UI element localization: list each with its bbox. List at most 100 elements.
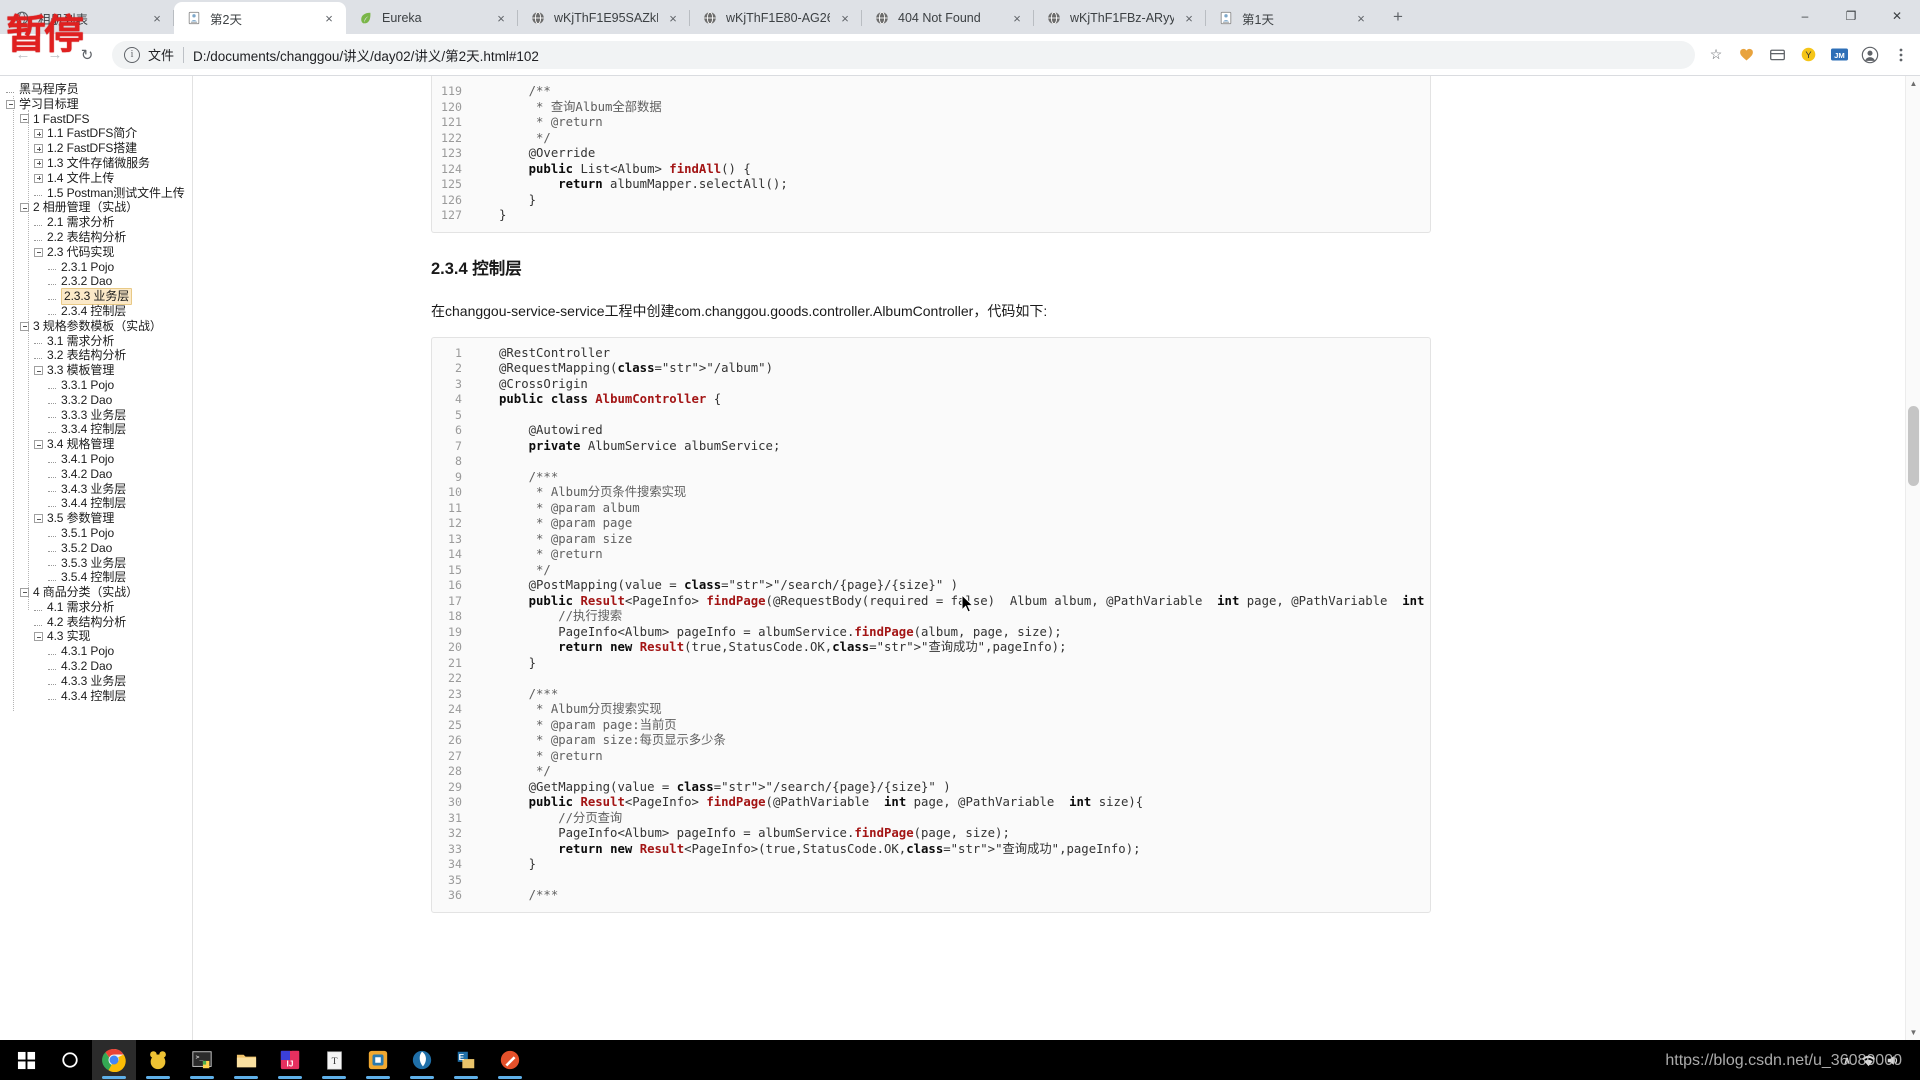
start-button[interactable] [4, 1040, 48, 1080]
collapse-toggle-icon[interactable] [34, 440, 43, 450]
sidebar-item[interactable]: 1.4 文件上传 [6, 171, 192, 186]
browser-tab[interactable]: Eureka × [346, 2, 518, 34]
expand-toggle-icon[interactable] [34, 158, 43, 168]
sidebar-item[interactable]: 3.3.4 控制层 [6, 422, 192, 437]
close-icon[interactable]: × [1180, 9, 1198, 27]
sidebar-item[interactable]: 3.4.3 业务层 [6, 482, 192, 497]
browser-tab[interactable]: 相册列表 × [2, 2, 174, 34]
expand-toggle-icon[interactable] [34, 173, 43, 183]
sidebar-item[interactable]: 4.3 实现 [6, 629, 192, 644]
sidebar-item[interactable]: 3.5.1 Pojo [6, 526, 192, 541]
collapse-toggle-icon[interactable] [20, 114, 29, 124]
sidebar-item[interactable]: 3.5.4 控制层 [6, 570, 192, 585]
collapse-toggle-icon[interactable] [20, 321, 29, 331]
sidebar-item[interactable]: 3.4 规格管理 [6, 437, 192, 452]
document-outline-sidebar[interactable]: 黑马程序员 学习目标理 1 FastDFS 1.1 FastDFS简介 1.2 Fast… [0, 76, 193, 1040]
xshell-icon[interactable] [488, 1040, 532, 1080]
extension-yandex-icon[interactable]: Y [1797, 44, 1819, 66]
sidebar-item[interactable]: 1.5 Postman测试文件上传 [6, 186, 192, 201]
sidebar-item[interactable]: 2.3.1 Pojo [6, 260, 192, 275]
close-window-button[interactable]: ✕ [1874, 0, 1920, 32]
chrome-menu-icon[interactable] [1890, 44, 1912, 66]
extension-jm-icon[interactable]: JM [1828, 44, 1850, 66]
browser-tab-active[interactable]: 第2天 × [174, 2, 346, 34]
close-icon[interactable]: × [664, 9, 682, 27]
sidebar-item[interactable]: 2.2 表结构分析 [6, 230, 192, 245]
chrome-taskbar-icon[interactable] [92, 1040, 136, 1080]
sidebar-item[interactable]: 4.1 需求分析 [6, 600, 192, 615]
file-explorer-icon[interactable] [224, 1040, 268, 1080]
minimize-button[interactable]: – [1782, 0, 1828, 32]
sidebar-item[interactable]: 3.5.2 Dao [6, 541, 192, 556]
sidebar-item[interactable]: 3.5 参数管理 [6, 511, 192, 526]
sidebar-item[interactable]: 2.3.4 控制层 [6, 304, 192, 319]
browser-tab[interactable]: wKjThF1FBz-ARyy5AAoA × [1034, 2, 1206, 34]
sidebar-item[interactable]: 3.1 需求分析 [6, 334, 192, 349]
sidebar-item[interactable]: 3.5.3 业务层 [6, 556, 192, 571]
sidebar-item[interactable]: 黑马程序员 [6, 82, 192, 97]
close-icon[interactable]: × [1352, 9, 1370, 27]
tray-network-icon[interactable] [1861, 1054, 1876, 1067]
sidebar-item[interactable]: 2.1 需求分析 [6, 215, 192, 230]
scrollbar-thumb[interactable] [1908, 406, 1919, 486]
collapse-toggle-icon[interactable] [34, 366, 43, 376]
profile-avatar-icon[interactable] [1859, 44, 1881, 66]
extension-archive-icon[interactable] [1766, 44, 1788, 66]
navicat-icon[interactable] [400, 1040, 444, 1080]
intellij-idea-icon[interactable]: IJ [268, 1040, 312, 1080]
page-scrollbar[interactable]: ▲ ▼ [1905, 76, 1920, 1040]
editplus-icon[interactable]: E [444, 1040, 488, 1080]
sidebar-item[interactable]: 4.3.4 控制层 [6, 689, 192, 704]
browser-tab[interactable]: wKjThF1E80-AG268AAnA × [690, 2, 862, 34]
back-icon[interactable]: ← [8, 40, 38, 70]
tray-expand-icon[interactable]: ∧ [1843, 1054, 1851, 1067]
sidebar-item[interactable]: 1.1 FastDFS简介 [6, 126, 192, 141]
browser-tab[interactable]: 404 Not Found × [862, 2, 1034, 34]
vmware-icon[interactable] [356, 1040, 400, 1080]
reload-icon[interactable]: ↻ [72, 40, 102, 70]
sidebar-item[interactable]: 2.3.2 Dao [6, 274, 192, 289]
close-icon[interactable]: × [492, 9, 510, 27]
collapse-toggle-icon[interactable] [20, 203, 29, 213]
app-yellow-icon[interactable] [136, 1040, 180, 1080]
address-bar[interactable]: i 文件 D:/documents/changgou/讲义/day02/讲义/第… [112, 40, 1695, 69]
collapse-toggle-icon[interactable] [34, 247, 43, 257]
collapse-toggle-icon[interactable] [6, 99, 15, 109]
sidebar-item[interactable]: 3.3 模板管理 [6, 363, 192, 378]
extension-heart-icon[interactable] [1735, 44, 1757, 66]
sidebar-item[interactable]: 1.2 FastDFS搭建 [6, 141, 192, 156]
sidebar-item[interactable]: 4.3.1 Pojo [6, 644, 192, 659]
sidebar-item[interactable]: 3.4.1 Pojo [6, 452, 192, 467]
collapse-toggle-icon[interactable] [34, 514, 43, 523]
close-icon[interactable]: × [1008, 9, 1026, 27]
scroll-up-icon[interactable]: ▲ [1906, 76, 1920, 91]
new-tab-button[interactable]: + [1384, 3, 1412, 31]
sidebar-item[interactable]: 3 规格参数模板（实战） [6, 319, 192, 334]
sidebar-item[interactable]: 4.3.3 业务层 [6, 674, 192, 689]
browser-tab[interactable]: 第1天 × [1206, 2, 1378, 34]
sidebar-item[interactable]: 1 FastDFS [6, 112, 192, 127]
sidebar-item[interactable]: 1.3 文件存储微服务 [6, 156, 192, 171]
cortana-search-icon[interactable] [48, 1040, 92, 1080]
sidebar-item[interactable]: 3.3.3 业务层 [6, 408, 192, 423]
sidebar-item[interactable]: 4 商品分类（实战） [6, 585, 192, 600]
bookmark-star-icon[interactable]: ☆ [1703, 42, 1729, 68]
sidebar-item[interactable]: 4.3.2 Dao [6, 659, 192, 674]
sidebar-item[interactable]: 2.3.3 业务层 [6, 288, 192, 305]
sidebar-item[interactable]: 3.3.2 Dao [6, 393, 192, 408]
sidebar-item[interactable]: 4.2 表结构分析 [6, 615, 192, 630]
collapse-toggle-icon[interactable] [34, 632, 43, 642]
browser-tab[interactable]: wKjThF1E95SAZkDVAAnA × [518, 2, 690, 34]
maximize-button[interactable]: ❐ [1828, 0, 1874, 32]
forward-icon[interactable]: → [40, 40, 70, 70]
tray-volume-icon[interactable] [1886, 1054, 1900, 1067]
close-icon[interactable]: × [836, 9, 854, 27]
collapse-toggle-icon[interactable] [20, 587, 29, 597]
close-icon[interactable]: × [320, 9, 338, 27]
sidebar-item[interactable]: 3.4.2 Dao [6, 467, 192, 482]
typora-icon[interactable]: T [312, 1040, 356, 1080]
close-icon[interactable]: × [148, 9, 166, 27]
expand-toggle-icon[interactable] [34, 129, 43, 139]
sidebar-item[interactable]: 3.2 表结构分析 [6, 348, 192, 363]
sidebar-item[interactable]: 3.3.1 Pojo [6, 378, 192, 393]
